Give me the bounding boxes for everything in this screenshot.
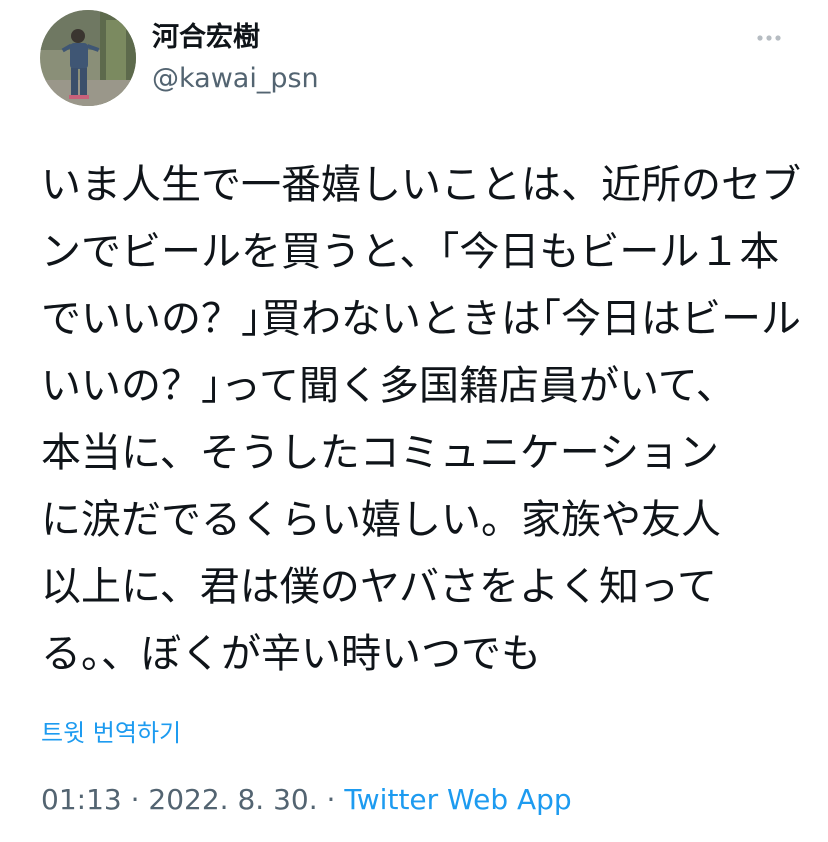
- tweet-text-line: ンでビールを買うと、｢今日もビール１本: [41, 229, 780, 275]
- display-name[interactable]: 河合宏樹: [152, 20, 260, 56]
- tweet-text-line: る。、ぼくが辛い時いつでも: [41, 631, 541, 677]
- tweet-time[interactable]: 01:13: [41, 783, 122, 816]
- tweet-text-line: いいの？｣って聞く多国籍店員がいて、: [41, 363, 736, 409]
- tweet: 河合宏樹 @kawai_psn いま人生で一番嬉しいことは、近所のセブ ンでビー…: [0, 0, 828, 842]
- tweet-source-link[interactable]: Twitter Web App: [344, 783, 571, 816]
- tweet-metadata: 01:13 · 2022. 8. 30. · Twitter Web App: [41, 781, 572, 819]
- avatar[interactable]: [40, 10, 136, 106]
- ellipsis-icon: [757, 35, 781, 41]
- tweet-text-line: に涙だでるくらい嬉しい。家族や友人: [41, 497, 721, 543]
- tweet-text-line: 本当に、そうしたコミュニケーション: [41, 430, 719, 476]
- meta-separator: ·: [317, 783, 345, 816]
- profile-photo-icon: [40, 10, 136, 106]
- tweet-text-line: 以上に、君は僕のヤバさをよく知って: [41, 564, 717, 610]
- user-handle[interactable]: @kawai_psn: [152, 61, 319, 97]
- tweet-date[interactable]: 2022. 8. 30.: [148, 783, 317, 816]
- tweet-text-line: いま人生で一番嬉しいことは、近所のセブ: [41, 162, 801, 208]
- tweet-text-line: でいいの？｣買わないときは｢今日はビール: [41, 296, 801, 342]
- more-options-button[interactable]: [748, 24, 792, 52]
- tweet-text: いま人生で一番嬉しいことは、近所のセブ ンでビールを買うと、｢今日もビール１本 …: [41, 152, 801, 688]
- meta-separator: ·: [121, 783, 149, 816]
- translate-tweet-link[interactable]: 트윗 번역하기: [41, 716, 181, 750]
